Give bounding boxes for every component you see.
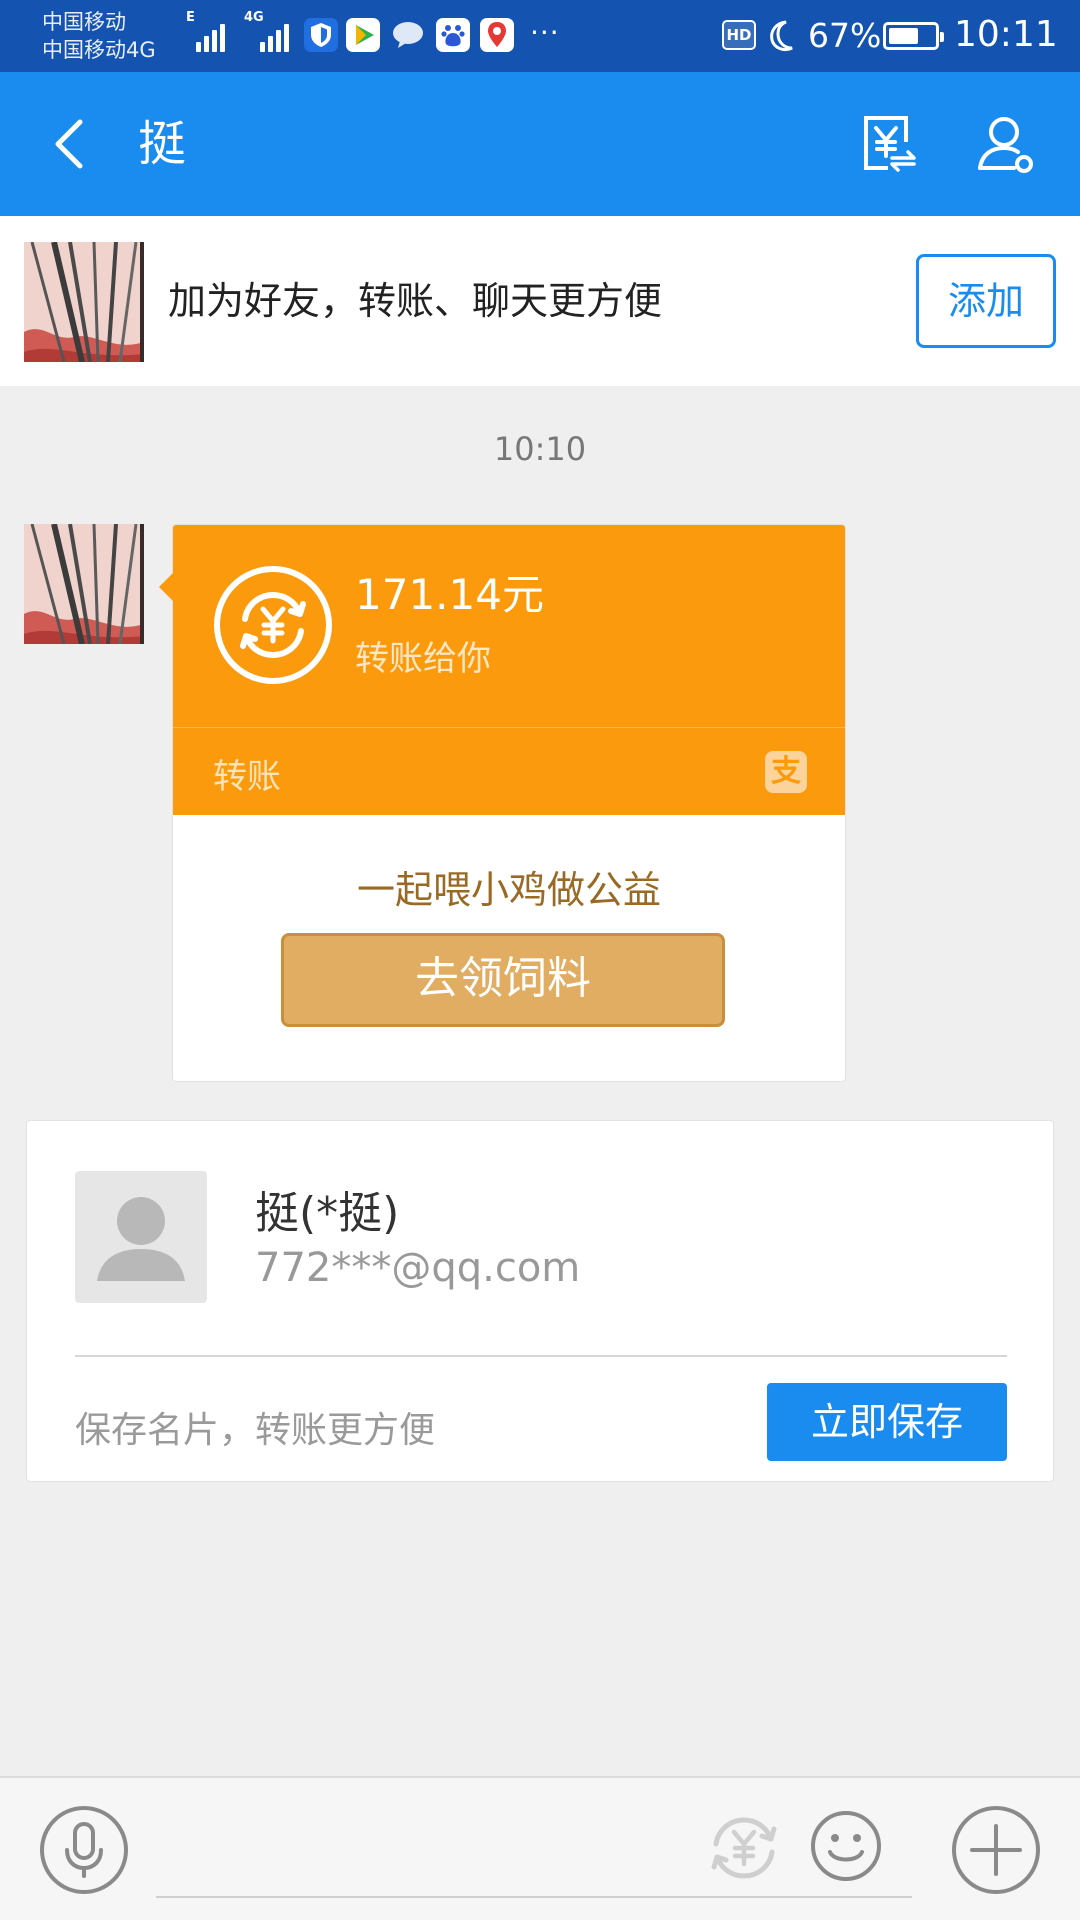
default-avatar-icon	[75, 1171, 207, 1303]
save-contact-hint: 保存名片，转账更方便	[75, 1410, 436, 1451]
contact-avatar	[24, 242, 144, 362]
plus-icon[interactable]	[950, 1804, 1042, 1900]
get-feed-button[interactable]: 去领饲料	[281, 933, 725, 1027]
voice-icon[interactable]	[38, 1804, 130, 1900]
status-bar: 中国移动 中国移动4G E 4G ··· HD 67% 10:11	[0, 0, 1080, 72]
contact-divider	[75, 1355, 1007, 1357]
user-settings-icon[interactable]	[974, 112, 1038, 176]
transfer-yuan-circle-icon	[211, 563, 335, 687]
carrier-1: 中国移动	[42, 10, 126, 34]
hd-voice-icon: HD	[722, 20, 756, 50]
signal-1-icon: E	[186, 10, 225, 52]
signal-2-type: 4G	[244, 10, 264, 25]
emoji-icon[interactable]	[808, 1808, 884, 1888]
transfer-yuan-icon[interactable]	[858, 112, 922, 176]
signal-1-type: E	[186, 10, 195, 25]
shield-app-icon	[304, 18, 338, 52]
carrier-info: 中国移动 中国移动4G	[42, 8, 156, 64]
transfer-message-card[interactable]: 171.14元 转账给你 转账 支 一起喂小鸡做公益 去领饲料	[159, 524, 846, 1082]
contact-email: 772***@qq.com	[255, 1245, 581, 1291]
more-notifications-icon: ···	[530, 16, 560, 49]
add-friend-hint: 加为好友，转账、聊天更方便	[168, 279, 663, 323]
map-app-icon	[480, 18, 514, 52]
alipay-icon: 支	[765, 751, 807, 793]
status-time: 10:11	[954, 14, 1058, 55]
moon-icon	[764, 16, 800, 60]
chat-header: 挺	[0, 72, 1080, 216]
transfer-yuan-icon[interactable]	[706, 1810, 782, 1890]
video-app-icon	[346, 18, 380, 52]
transfer-type-label: 转账	[213, 757, 281, 797]
promo-text: 一起喂小鸡做公益	[356, 868, 661, 912]
message-input[interactable]	[156, 1896, 912, 1898]
add-friend-button[interactable]: 添加	[916, 254, 1056, 348]
message-timestamp: 10:10	[493, 430, 587, 468]
save-contact-card: 挺(*挺) 772***@qq.com 保存名片，转账更方便 立即保存	[26, 1120, 1054, 1482]
signal-2-icon: 4G	[244, 10, 289, 52]
save-now-button[interactable]: 立即保存	[767, 1383, 1007, 1461]
card-divider	[173, 727, 845, 728]
transfer-card-header[interactable]: 171.14元 转账给你 转账 支	[173, 525, 845, 815]
battery-icon	[883, 22, 944, 50]
carrier-2: 中国移动4G	[42, 38, 156, 62]
bubble-tail	[159, 573, 173, 601]
baidu-app-icon	[436, 18, 470, 52]
add-friend-banner: 加为好友，转账、聊天更方便 添加	[0, 216, 1080, 386]
transfer-amount: 171.14元	[355, 570, 544, 619]
transfer-subtitle: 转账给你	[355, 639, 491, 679]
sender-avatar[interactable]	[24, 524, 144, 644]
message-app-icon	[390, 18, 424, 52]
chat-input-bar	[0, 1776, 1080, 1920]
back-icon[interactable]	[44, 114, 104, 174]
battery-percent: 67%	[808, 16, 882, 55]
chat-title: 挺	[138, 116, 187, 172]
contact-name: 挺(*挺)	[255, 1188, 400, 1239]
